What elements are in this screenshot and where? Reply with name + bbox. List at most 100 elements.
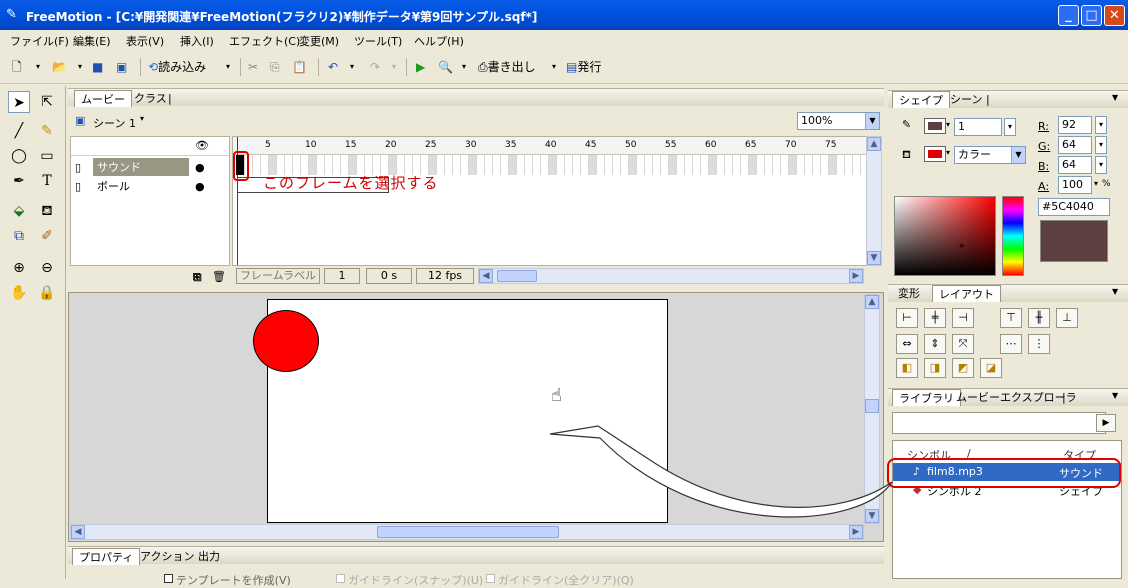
frame-cell[interactable] <box>797 155 805 175</box>
frame-cell[interactable] <box>581 155 589 175</box>
ball-shape[interactable] <box>253 310 319 372</box>
hand-tool-icon[interactable]: ✋ <box>8 282 30 304</box>
send-back-icon[interactable]: ◪ <box>980 358 1002 378</box>
layer-ball[interactable]: ▯ ボール ● <box>71 177 229 196</box>
copy-icon[interactable]: ⎘ <box>270 58 280 76</box>
load-dropdown-icon[interactable]: ▾ <box>226 58 230 76</box>
open-dropdown-icon[interactable]: ▾ <box>78 58 82 76</box>
hue-slider[interactable] <box>1002 196 1024 276</box>
redo-icon[interactable]: ↷ <box>370 58 380 76</box>
paint-bucket-tool-icon[interactable]: ⛾ <box>36 200 58 222</box>
frame-cell[interactable] <box>485 155 493 175</box>
frame-cell[interactable] <box>701 155 709 175</box>
frame-cell[interactable] <box>733 155 741 175</box>
new-file-icon[interactable]: 🗋 <box>12 58 22 76</box>
save-all-icon[interactable]: ▣ <box>116 58 127 76</box>
frame-cell[interactable] <box>757 155 765 175</box>
line-width-field[interactable]: 1 <box>954 118 1002 136</box>
publish-button[interactable]: ▤発行 <box>566 58 601 76</box>
frame-cell[interactable] <box>517 155 525 175</box>
g-dropdown-icon[interactable]: ▾ <box>1095 136 1107 154</box>
frame-cell[interactable] <box>445 155 453 175</box>
zoom-out-tool-icon[interactable]: ⊖ <box>36 257 58 279</box>
frame-cell[interactable] <box>533 155 541 175</box>
minimize-button[interactable]: _ <box>1058 5 1079 26</box>
frame-cell[interactable] <box>645 155 653 175</box>
frame-cell[interactable] <box>509 155 517 175</box>
arrow-tool-icon[interactable]: ➤ <box>8 91 30 113</box>
frame-cell[interactable] <box>677 155 685 175</box>
bring-forward-icon[interactable]: ◨ <box>924 358 946 378</box>
scroll-left-icon[interactable]: ◀ <box>71 525 85 539</box>
export-button[interactable]: ⎙書き出し <box>478 58 536 76</box>
add-layer-icon[interactable]: ⊞ <box>192 270 201 283</box>
tab-transform[interactable]: 変形 <box>892 285 926 302</box>
text-tool-icon[interactable]: T <box>36 170 58 192</box>
align-top-icon[interactable]: ⊤ <box>1000 308 1022 328</box>
redo-dropdown-icon[interactable]: ▾ <box>392 58 396 76</box>
oval-tool-icon[interactable]: ◯ <box>8 145 30 167</box>
scroll-left-icon[interactable]: ◀ <box>479 269 493 283</box>
frame-cell[interactable] <box>629 155 637 175</box>
color-picker-area[interactable]: ⌖ <box>894 196 996 276</box>
frame-cell[interactable] <box>669 155 677 175</box>
zoom-in-tool-icon[interactable]: ⊕ <box>8 257 30 279</box>
layer-sound[interactable]: ▯ サウンド ● <box>71 158 229 177</box>
frame-cell[interactable] <box>613 155 621 175</box>
frame-cell[interactable] <box>749 155 757 175</box>
undo-icon[interactable]: ↶ <box>328 58 338 76</box>
frame-label-field[interactable]: フレームラベル <box>236 268 320 284</box>
tab-action[interactable]: アクション <box>134 548 200 565</box>
open-folder-icon[interactable]: 📂 <box>52 58 67 76</box>
frame-cell[interactable] <box>453 155 461 175</box>
timeline-vscroll[interactable]: ▲ ▼ <box>866 136 882 266</box>
menu-effect[interactable]: エフェクト(C) <box>229 33 300 49</box>
line-color-swatch[interactable] <box>924 118 946 134</box>
panel-collapse-icon[interactable]: ▼ <box>1112 93 1118 102</box>
ink-bottle-tool-icon[interactable]: ⬙ <box>8 200 30 222</box>
frame-cell[interactable] <box>829 155 837 175</box>
frame-cell[interactable] <box>597 155 605 175</box>
save-icon[interactable]: ■ <box>92 58 103 76</box>
hex-field[interactable]: #5C4040 <box>1038 198 1110 216</box>
rectangle-tool-icon[interactable]: ▭ <box>36 145 58 167</box>
frame-cell[interactable] <box>605 155 613 175</box>
load-button[interactable]: ⟲読み込み <box>148 58 206 76</box>
pencil-tool-icon[interactable]: ✎ <box>36 120 58 142</box>
bring-front-icon[interactable]: ◧ <box>896 358 918 378</box>
panel-collapse-icon[interactable]: ▼ <box>1112 287 1118 296</box>
frame-cell[interactable] <box>661 155 669 175</box>
frame-cell[interactable] <box>837 155 845 175</box>
frame-cell[interactable] <box>693 155 701 175</box>
transform-tool-icon[interactable]: ⧉ <box>8 225 30 247</box>
frame-cell[interactable] <box>493 155 501 175</box>
play-icon[interactable]: ▶ <box>416 58 425 76</box>
selected-keyframe[interactable] <box>236 155 244 175</box>
frame-cell[interactable] <box>461 155 469 175</box>
line-color-dropdown-icon[interactable]: ▾ <box>946 120 950 129</box>
visibility-icon[interactable]: ● <box>195 158 205 177</box>
play-sound-icon[interactable]: ▶ <box>1096 414 1116 432</box>
r-field[interactable]: 92 <box>1058 116 1092 134</box>
export-dropdown-icon[interactable]: ▾ <box>552 58 556 76</box>
line-tool-icon[interactable]: ╱ <box>8 120 30 142</box>
eye-icon[interactable]: 👁 <box>195 139 209 152</box>
frame-cell[interactable] <box>685 155 693 175</box>
lock-tool-icon[interactable]: 🔒 <box>36 282 58 304</box>
tab-output[interactable]: 出力 <box>192 548 226 565</box>
frame-cell[interactable] <box>821 155 829 175</box>
frame-cell[interactable] <box>813 155 821 175</box>
scroll-up-icon[interactable]: ▲ <box>867 137 881 151</box>
align-bottom-icon[interactable]: ⊥ <box>1056 308 1078 328</box>
a-field[interactable]: 100 <box>1058 176 1092 194</box>
align-right-icon[interactable]: ⊣ <box>952 308 974 328</box>
distribute-v-icon[interactable]: ⋮ <box>1028 334 1050 354</box>
scene-dropdown-icon[interactable]: ▾ <box>140 114 144 123</box>
visibility-icon[interactable]: ● <box>195 177 205 196</box>
frame-cell[interactable] <box>789 155 797 175</box>
frame-cell[interactable] <box>853 155 861 175</box>
match-size-icon[interactable]: ⤧ <box>952 334 974 354</box>
maximize-button[interactable]: □ <box>1081 5 1102 26</box>
frame-cell[interactable] <box>589 155 597 175</box>
subselect-tool-icon[interactable]: ⇱ <box>36 91 58 113</box>
